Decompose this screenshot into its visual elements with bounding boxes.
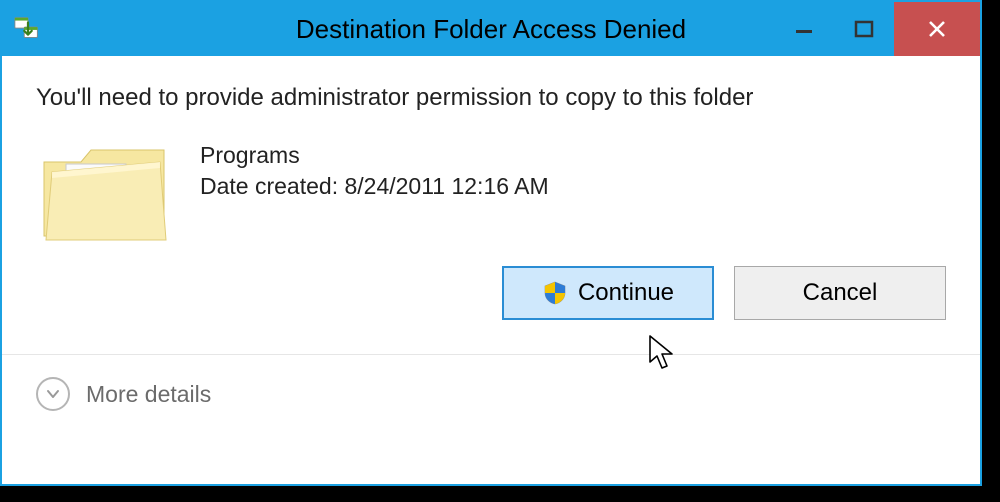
folder-row: Programs Date created: 8/24/2011 12:16 A… [36,132,946,252]
folder-icon [36,132,176,252]
folder-name: Programs [200,140,549,171]
uac-shield-icon [542,280,568,306]
cancel-label: Cancel [803,279,878,307]
more-details-label: More details [86,381,211,408]
minimize-button[interactable] [774,2,834,56]
cancel-button[interactable]: Cancel [734,266,946,320]
window-controls [774,2,980,56]
more-details-toggle[interactable]: More details [2,355,980,433]
permission-message: You'll need to provide administrator per… [36,84,946,112]
dialog-body: You'll need to provide administrator per… [2,56,980,252]
continue-label: Continue [578,279,674,307]
folder-transfer-icon [12,13,44,45]
folder-date-created: Date created: 8/24/2011 12:16 AM [200,171,549,202]
chevron-down-icon [36,377,70,411]
continue-button[interactable]: Continue [502,266,714,320]
titlebar[interactable]: Destination Folder Access Denied [2,2,980,56]
close-button[interactable] [894,2,980,56]
maximize-button[interactable] [834,2,894,56]
folder-info: Programs Date created: 8/24/2011 12:16 A… [200,132,549,202]
dialog-window: Destination Folder Access Denied You'll … [0,0,982,486]
dialog-buttons: Continue Cancel [2,252,980,320]
